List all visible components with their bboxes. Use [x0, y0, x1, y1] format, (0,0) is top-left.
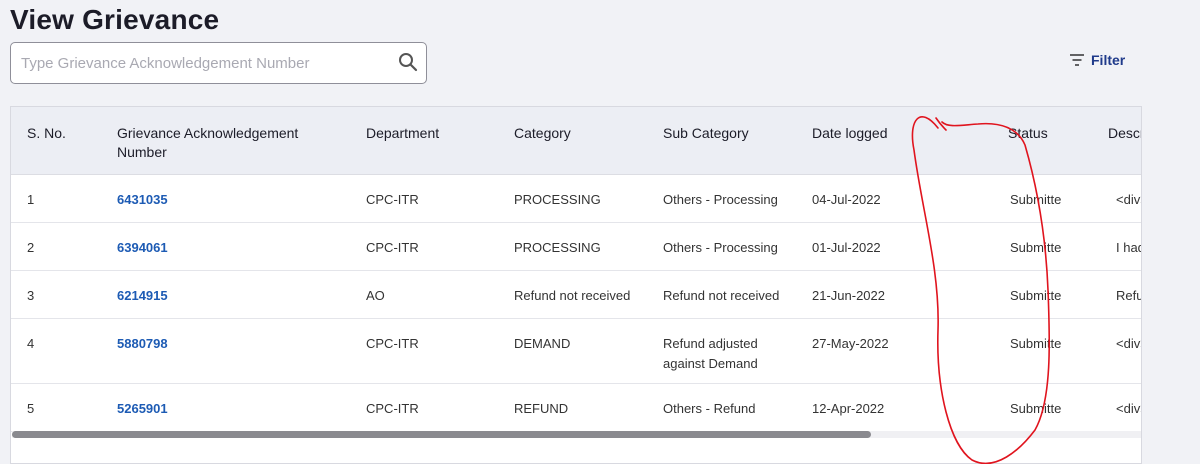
grievance-table: S. No. Grievance Acknowledgement Number …	[11, 107, 1141, 432]
cell-sno: 3	[11, 270, 116, 319]
ack-number-link[interactable]: 6394061	[116, 222, 365, 271]
cell-sub-category: Refund not received	[663, 270, 812, 319]
cell-sub-category: Refund adjusted against Demand	[663, 318, 812, 384]
cell-status: Submitted	[961, 174, 1061, 223]
cell-sno: 2	[11, 222, 116, 271]
table-row[interactable]: 2 6394061 CPC-ITR PROCESSING Others - Pr…	[11, 222, 1141, 271]
ack-number-link[interactable]: 6431035	[116, 174, 365, 223]
filter-label: Filter	[1091, 52, 1126, 68]
table-row[interactable]: 4 5880798 CPC-ITR DEMAND Refund adjusted…	[11, 318, 1141, 384]
cell-date-logged: 01-Jul-2022	[812, 222, 961, 271]
cell-date-logged: 21-Jun-2022	[812, 270, 961, 319]
cell-status: Submitted	[961, 222, 1061, 271]
table-header-row: S. No. Grievance Acknowledgement Number …	[11, 107, 1141, 175]
filter-button[interactable]: Filter	[1070, 49, 1125, 71]
cell-description: I had filed my	[1061, 222, 1141, 271]
cell-sub-category: Others - Refund	[663, 383, 812, 432]
search-icon[interactable]	[397, 51, 419, 73]
cell-sno: 4	[11, 318, 116, 384]
table-row[interactable]: 5 5265901 CPC-ITR REFUND Others - Refund…	[11, 383, 1141, 432]
cell-date-logged: 04-Jul-2022	[812, 174, 961, 223]
filter-icon	[1070, 54, 1084, 66]
cell-date-logged: 27-May-2022	[812, 318, 961, 384]
cell-sno: 5	[11, 383, 116, 432]
search-input[interactable]	[21, 49, 381, 77]
cell-description: <div>I filed m	[1061, 383, 1141, 432]
cell-category: REFUND	[514, 383, 663, 432]
grievance-table-container: S. No. Grievance Acknowledgement Number …	[10, 106, 1142, 464]
ack-number-link[interactable]: 5265901	[116, 383, 365, 432]
cell-category: DEMAND	[514, 318, 663, 384]
cell-department: CPC-ITR	[365, 174, 514, 223]
ack-number-link[interactable]: 6214915	[116, 270, 365, 319]
page-title: View Grievance	[10, 4, 220, 35]
column-header-sno[interactable]: S. No.	[11, 107, 116, 175]
column-header-department[interactable]: Department	[365, 107, 514, 175]
scrollbar-thumb[interactable]	[12, 431, 871, 438]
table-row[interactable]: 3 6214915 AO Refund not received Refund …	[11, 270, 1141, 319]
cell-category: PROCESSING	[514, 174, 663, 223]
cell-department: CPC-ITR	[365, 222, 514, 271]
table-row[interactable]: 1 6431035 CPC-ITR PROCESSING Others - Pr…	[11, 174, 1141, 223]
cell-status: Submitted	[961, 318, 1061, 384]
cell-department: CPC-ITR	[365, 383, 514, 432]
column-header-status[interactable]: Status	[961, 107, 1061, 175]
view-grievance-page: View Grievance Filter S. No. Grievance	[0, 0, 1200, 464]
column-header-sub-category[interactable]: Sub Category	[663, 107, 812, 175]
column-header-category[interactable]: Category	[514, 107, 663, 175]
cell-sub-category: Others - Processing	[663, 222, 812, 271]
cell-description: <div>Process	[1061, 174, 1141, 223]
cell-department: AO	[365, 270, 514, 319]
cell-date-logged: 12-Apr-2022	[812, 383, 961, 432]
cell-status: Submitted	[961, 270, 1061, 319]
cell-category: PROCESSING	[514, 222, 663, 271]
column-header-ack-number[interactable]: Grievance Acknowledgement Number	[116, 107, 365, 175]
cell-sno: 1	[11, 174, 116, 223]
cell-sub-category: Others - Processing	[663, 174, 812, 223]
cell-description: Refund is kep	[1061, 270, 1141, 319]
cell-category: Refund not received	[514, 270, 663, 319]
column-header-description[interactable]: Description	[1061, 107, 1141, 175]
ack-number-link[interactable]: 5880798	[116, 318, 365, 384]
cell-department: CPC-ITR	[365, 318, 514, 384]
search-box[interactable]	[10, 42, 427, 84]
column-header-date-logged[interactable]: Date logged	[812, 107, 961, 175]
cell-description: <div>Refund	[1061, 318, 1141, 384]
cell-status: Submitted	[961, 383, 1061, 432]
horizontal-scrollbar[interactable]	[12, 431, 1141, 438]
